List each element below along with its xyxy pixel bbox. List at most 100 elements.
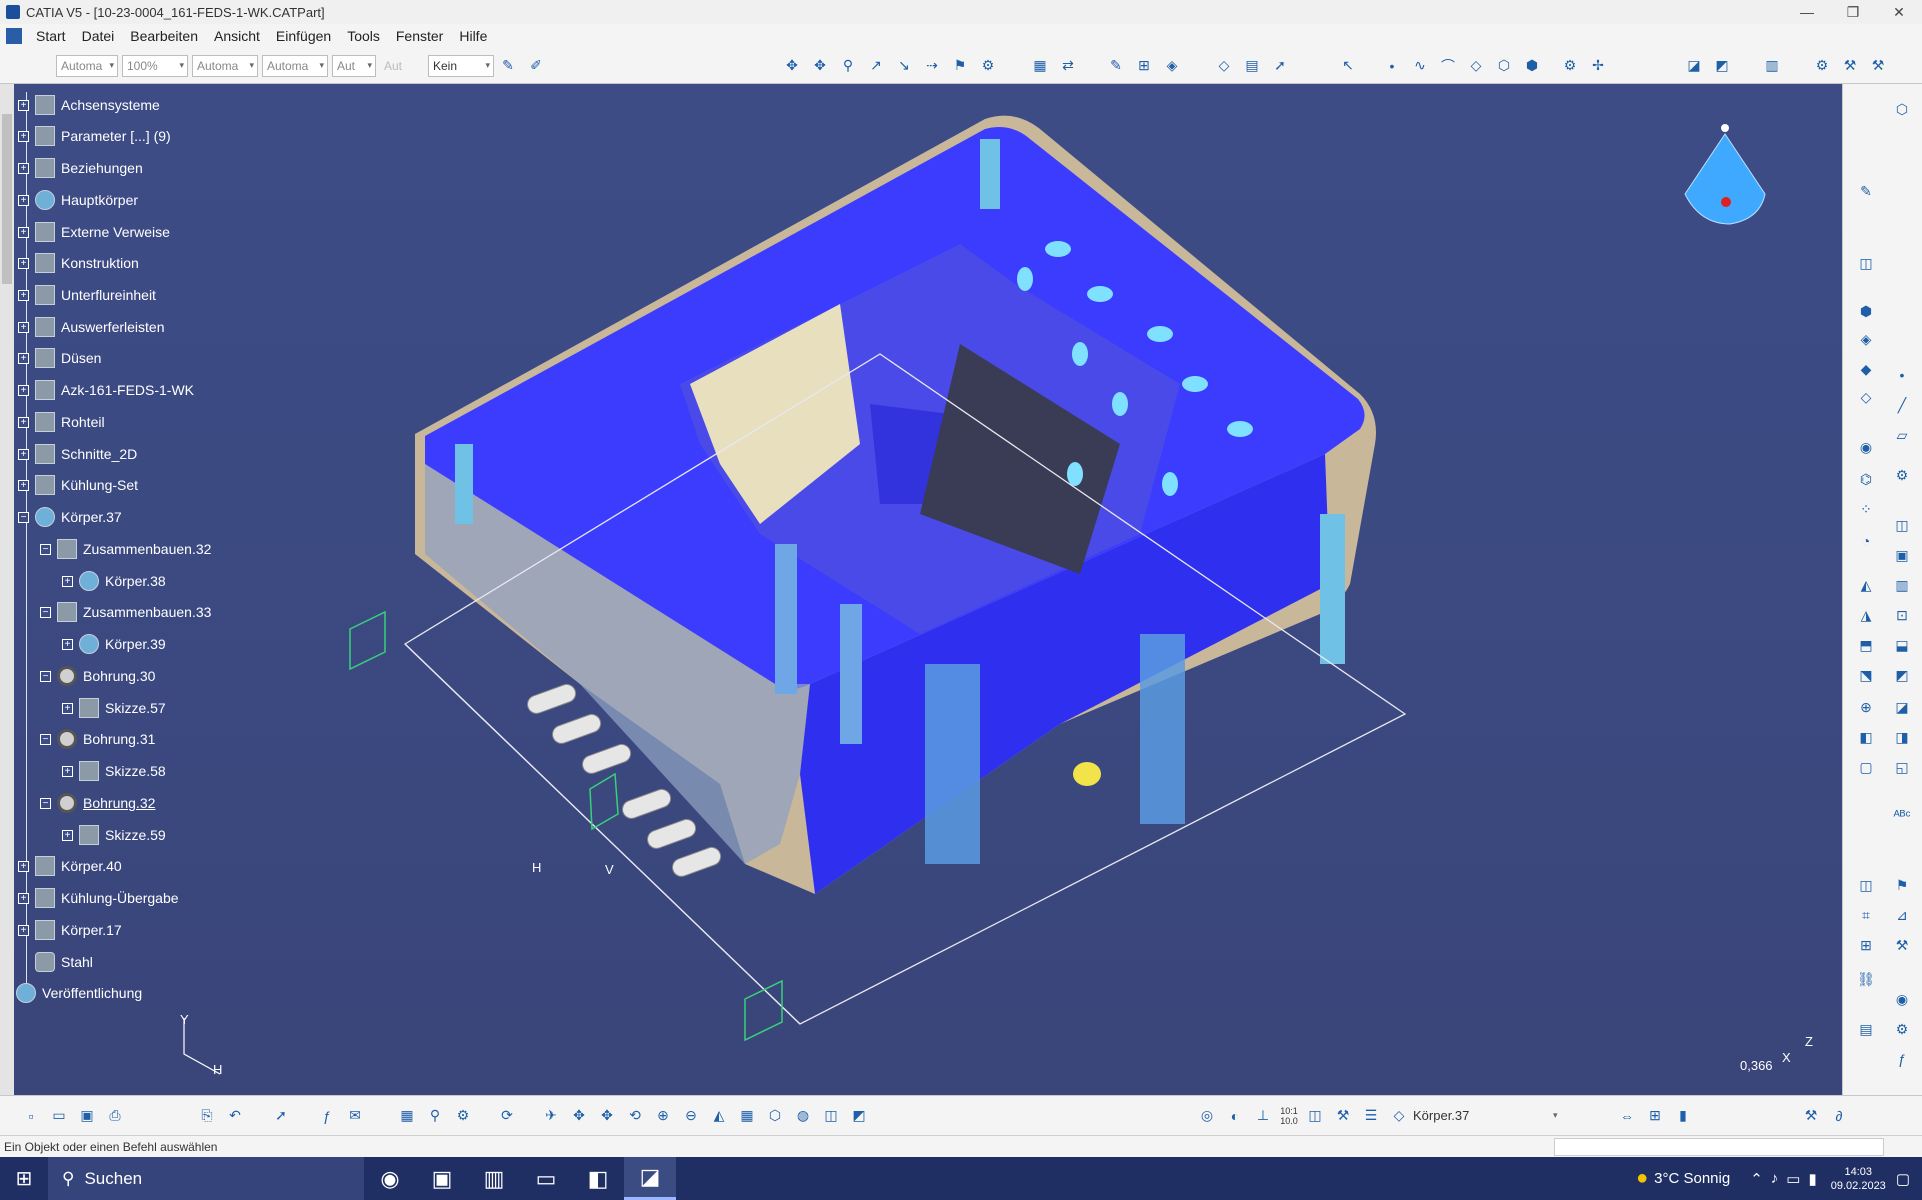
rotate-icon[interactable]: ◨ [1891,726,1913,748]
select-icon[interactable]: ➚ [1269,55,1291,77]
list-icon[interactable]: ☰ [1360,1105,1382,1127]
tree-node[interactable]: Veröffentlichung [16,982,142,1004]
symmetry-icon[interactable]: ◱ [1891,756,1913,778]
rotate-move-icon[interactable]: ✥ [809,55,831,77]
tree-node[interactable]: + Hauptkörper [18,189,138,211]
tree-node[interactable]: + Azk-161-FEDS-1-WK [18,379,194,401]
document-icon[interactable] [6,28,22,44]
options-icon[interactable]: ⚙ [1811,55,1833,77]
new-icon[interactable]: ▫ [20,1105,42,1127]
sketcher-icon[interactable]: ✎ [1855,180,1877,202]
plane-icon[interactable]: ◇ [1465,55,1487,77]
tree-node[interactable]: + Beziehungen [18,157,143,179]
collapse-icon[interactable]: − [40,670,51,682]
workbench-icon[interactable]: ⬡ [1891,98,1913,120]
plane-icon[interactable]: ▱ [1891,424,1913,446]
compass-snap-icon[interactable]: ⊕ [1855,696,1877,718]
collapse-icon[interactable]: − [40,606,51,618]
grid-icon[interactable]: ▤ [1241,55,1263,77]
battery-icon[interactable]: ▮ [1672,1105,1694,1127]
axis-icon[interactable]: ⊥ [1252,1105,1274,1127]
expand-icon[interactable]: + [18,321,29,333]
app-icon[interactable]: ◧ [572,1157,624,1200]
expand-icon[interactable]: + [18,99,29,111]
tree-node[interactable]: − Zusammenbauen.33 [40,601,211,623]
current-body-label[interactable]: Körper.37 [1413,1108,1553,1123]
zoom-out-icon[interactable]: ⊖ [680,1105,702,1127]
pattern-icon[interactable]: ⁘ [1855,498,1877,520]
save-app-icon[interactable]: ▣ [416,1157,468,1200]
shading-icon[interactable]: ◍ [792,1105,814,1127]
expand-icon[interactable]: + [62,765,73,777]
network-icon[interactable]: ▭ [1786,1170,1800,1188]
chamfer-icon[interactable]: ◮ [1855,604,1877,626]
pad-icon[interactable]: ⬢ [1855,300,1877,322]
shaft-icon[interactable]: ◆ [1855,358,1877,380]
fill-color-combo[interactable]: Automa ▾ [56,54,118,77]
layer-combo[interactable]: Kein ▾ [428,54,494,77]
tree-node[interactable]: − Zusammenbauen.32 [40,538,211,560]
explorer-icon[interactable]: ▭ [520,1157,572,1200]
cycle-icon[interactable]: ◎ [1196,1105,1218,1127]
scale-icon[interactable]: ▢ [1855,756,1877,778]
compass-widget[interactable] [1684,124,1766,225]
menu-einfuegen[interactable]: Einfügen [270,28,341,44]
hole-icon[interactable]: ◉ [1855,436,1877,458]
tree-node[interactable]: − Bohrung.31 [40,728,155,750]
menu-hilfe[interactable]: Hilfe [453,28,497,44]
probe-icon[interactable]: ⚑ [949,55,971,77]
comment-icon[interactable]: ✉ [344,1105,366,1127]
expand-icon[interactable]: + [18,416,29,428]
transparency-combo[interactable]: 100% ▾ [122,54,188,77]
clock[interactable]: 14:03 09.02.2023 [1831,1165,1886,1193]
point-icon[interactable]: • [1891,364,1913,386]
expand-icon[interactable]: + [18,162,29,174]
layout-icon[interactable]: ◫ [1304,1105,1326,1127]
layer-icon[interactable]: ▤ [1855,1018,1877,1040]
tree-node[interactable]: + Auswerferleisten [18,316,165,338]
tree-node[interactable]: Stahl [35,951,93,973]
close-button[interactable]: ✕ [1876,0,1922,24]
structure-icon[interactable]: ⚙ [452,1105,474,1127]
iso-view-icon[interactable]: ⬡ [764,1105,786,1127]
zoom-in-icon[interactable]: ⊕ [652,1105,674,1127]
solid-icon[interactable]: ◪ [1891,696,1913,718]
swap-icon[interactable]: ⇄ [1057,55,1079,77]
split-view-icon[interactable]: ⇔ [1616,1105,1638,1127]
expand-icon[interactable]: + [18,257,29,269]
pocket-icon[interactable]: ◈ [1855,328,1877,350]
multi-view-icon[interactable]: ▦ [736,1105,758,1127]
light-icon[interactable]: ◐ [1224,1105,1246,1127]
surface-icon[interactable]: ◇ [1213,55,1235,77]
tree-node[interactable]: + Körper.17 [18,919,122,941]
tree-node[interactable]: + Kühlung-Übergabe [18,887,179,909]
tools-icon[interactable]: ⚒ [1891,934,1913,956]
snap-icon[interactable]: ⚲ [837,55,859,77]
expand-icon[interactable]: + [18,194,29,206]
fly-mode-icon[interactable]: ✈ [540,1105,562,1127]
measure-between-icon[interactable]: ↘ [893,55,915,77]
measure-icon[interactable]: ⌗ [1855,904,1877,926]
tree-node[interactable]: − Körper.37 [18,506,122,528]
table-icon[interactable]: ▥ [1761,55,1783,77]
swap-space-icon[interactable]: ◩ [848,1105,870,1127]
menu-ansicht[interactable]: Ansicht [208,28,270,44]
expand-icon[interactable]: + [18,289,29,301]
collapse-icon[interactable]: − [40,543,51,555]
formula-icon[interactable]: ƒ [316,1105,338,1127]
tree-node[interactable]: + Körper.40 [18,855,122,877]
line-icon[interactable]: ╱ [1891,394,1913,416]
rib-icon[interactable]: ⌬ [1855,468,1877,490]
tree-node[interactable]: + Parameter [...] (9) [18,125,171,147]
tree-node[interactable]: + Skizze.58 [62,760,166,782]
pointer-icon[interactable]: ↖ [1337,55,1359,77]
command-input[interactable] [1554,1137,1884,1156]
thread-icon[interactable]: ⊡ [1891,604,1913,626]
remove-face-icon[interactable]: ⬓ [1891,634,1913,656]
catia-taskbar-icon[interactable]: ◪ [624,1157,676,1200]
open-icon[interactable]: ▭ [48,1105,70,1127]
text-icon[interactable]: ᴬᴮᶜ [1891,804,1913,826]
edge-icon[interactable]: ◉ [364,1157,416,1200]
measure-icon[interactable]: ↗ [865,55,887,77]
tree-scrollbar[interactable] [0,84,14,1095]
